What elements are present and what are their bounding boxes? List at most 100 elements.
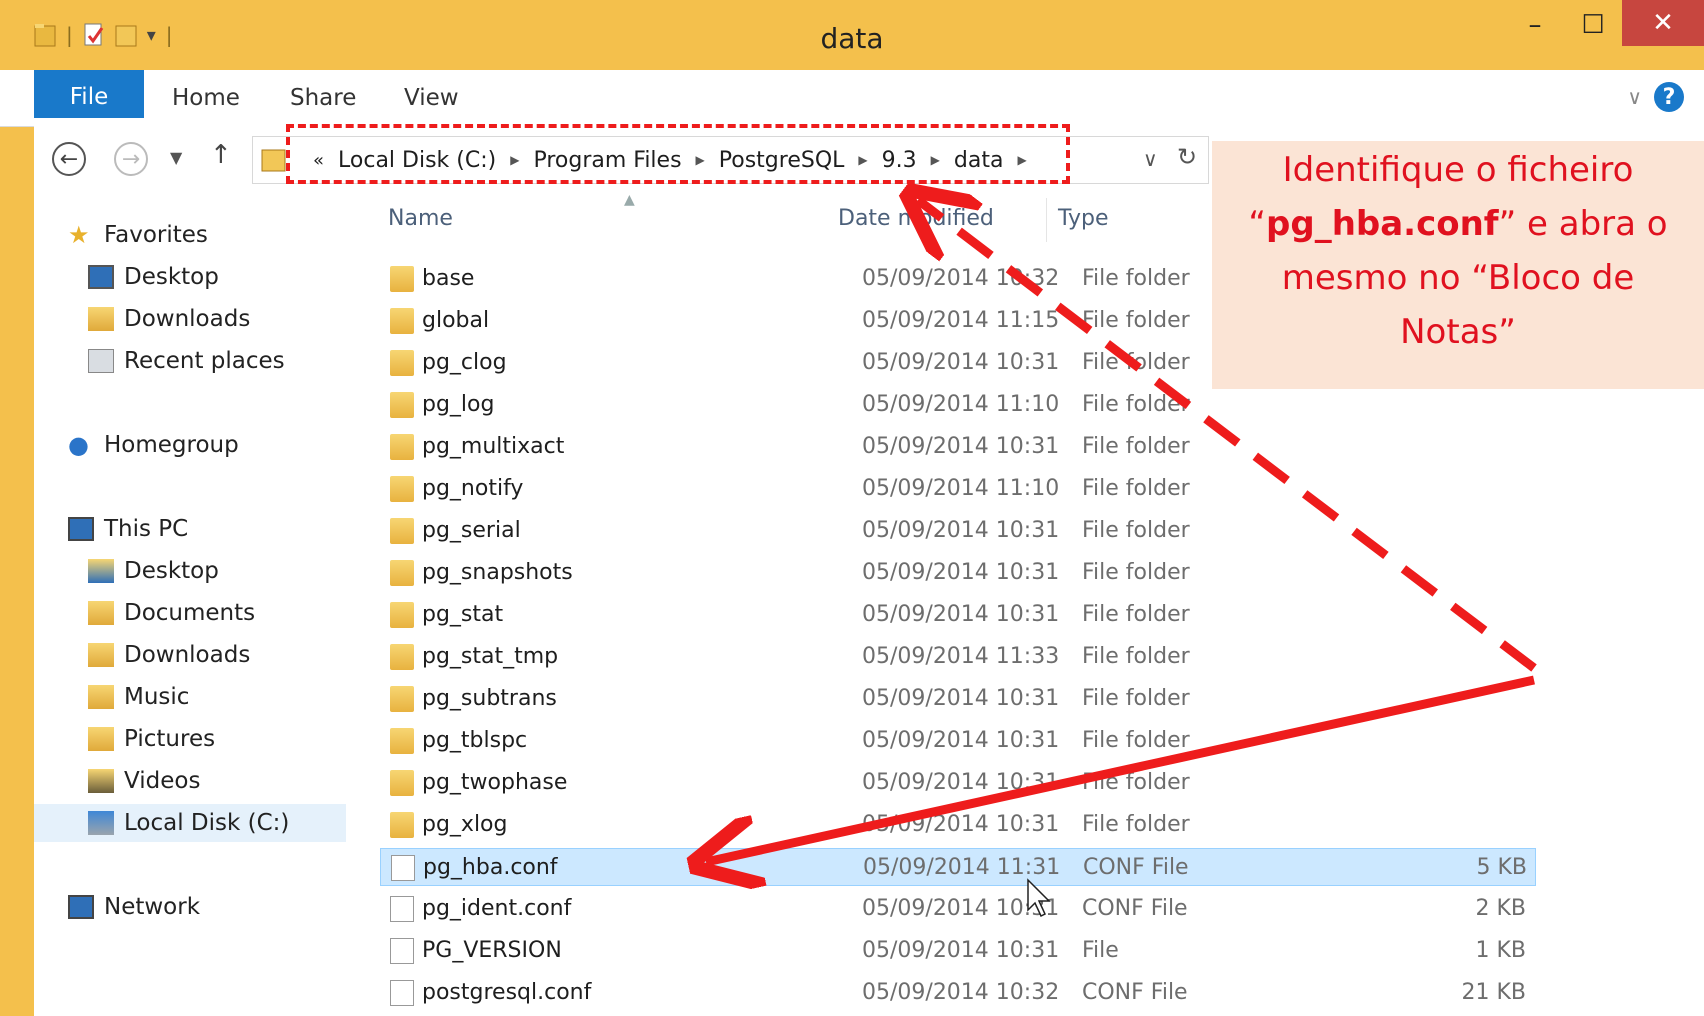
file-name: pg_serial	[422, 518, 521, 543]
pictures-icon	[88, 727, 114, 751]
file-name: pg_ident.conf	[422, 896, 572, 921]
file-name: pg_notify	[422, 476, 524, 501]
tab-view[interactable]: View	[404, 70, 459, 126]
folder-icon	[390, 728, 414, 754]
desktop-icon	[88, 265, 114, 289]
folder-icon	[261, 149, 286, 172]
file-date: 05/09/2014 10:31	[862, 728, 1060, 753]
folder-icon	[390, 476, 414, 502]
maximize-button[interactable]: ☐	[1564, 0, 1622, 50]
table-row[interactable]: pg_xlog 05/09/2014 10:31 File folder	[380, 806, 1536, 844]
column-header-type[interactable]: Type	[1058, 206, 1109, 231]
recent-places-icon	[88, 349, 114, 373]
sidebar-item-label: Homegroup	[104, 432, 239, 458]
sidebar-item-homegroup[interactable]: ● Homegroup	[68, 426, 239, 464]
folder-icon	[390, 266, 414, 292]
file-type: CONF File	[1082, 980, 1188, 1005]
sidebar-item-label: Downloads	[124, 306, 251, 332]
sort-ascending-icon: ▲	[624, 192, 635, 208]
table-row[interactable]: pg_snapshots 05/09/2014 10:31 File folder	[380, 554, 1536, 592]
file-type: File folder	[1082, 770, 1190, 795]
sidebar-item-local-disk[interactable]: Local Disk (C:)	[34, 804, 346, 842]
music-icon	[88, 685, 114, 709]
sidebar-item-recent-places[interactable]: Recent places	[88, 342, 285, 380]
sidebar-item-label: Desktop	[124, 558, 219, 584]
drive-icon	[88, 811, 114, 835]
table-row[interactable]: pg_serial 05/09/2014 10:31 File folder	[380, 512, 1536, 550]
sidebar-item-documents[interactable]: Documents	[88, 594, 255, 632]
file-date: 05/09/2014 11:31	[863, 855, 1061, 880]
forward-button[interactable]: →	[114, 142, 148, 176]
refresh-icon[interactable]: ↻	[1177, 143, 1197, 171]
file-date: 05/09/2014 10:31	[862, 770, 1060, 795]
file-type: File folder	[1082, 686, 1190, 711]
table-row[interactable]: pg_stat 05/09/2014 10:31 File folder	[380, 596, 1536, 634]
up-button[interactable]: ↑	[210, 140, 232, 170]
tab-share[interactable]: Share	[290, 70, 356, 126]
file-size	[1406, 806, 1526, 844]
file-name: pg_hba.conf	[423, 855, 558, 880]
sidebar-item-videos[interactable]: Videos	[88, 762, 200, 800]
instruction-callout: Identifique o ficheiro “pg_hba.conf” e a…	[1212, 141, 1704, 389]
expand-ribbon-icon[interactable]: ∨	[1627, 85, 1642, 109]
sidebar-item-downloads-fav[interactable]: Downloads	[88, 300, 250, 338]
folder-icon	[390, 518, 414, 544]
close-button[interactable]: ✕	[1622, 0, 1704, 46]
file-name: pg_twophase	[422, 770, 568, 795]
address-dropdown-icon[interactable]: ∨	[1143, 147, 1158, 171]
ribbon-tabs: File Home Share View ∨ ?	[0, 70, 1704, 127]
file-type: CONF File	[1082, 896, 1188, 921]
table-row[interactable]: pg_log 05/09/2014 11:10 File folder	[380, 386, 1536, 424]
back-button[interactable]: ←	[52, 142, 86, 176]
recent-locations-icon[interactable]: ▼	[170, 148, 182, 167]
file-date: 05/09/2014 10:31	[862, 560, 1060, 585]
table-row-selected[interactable]: pg_hba.conf 05/09/2014 11:31 CONF File 5 KB	[380, 848, 1536, 886]
table-row[interactable]: pg_tblspc 05/09/2014 10:31 File folder	[380, 722, 1536, 760]
column-header-date[interactable]: Date modified	[838, 206, 994, 231]
table-row[interactable]: pg_multixact 05/09/2014 10:31 File folder	[380, 428, 1536, 466]
callout-line-4: Notas”	[1400, 312, 1516, 352]
sidebar-item-favorites[interactable]: ★ Favorites	[68, 216, 208, 254]
file-name: pg_stat_tmp	[422, 644, 559, 669]
file-name: pg_tblspc	[422, 728, 528, 753]
file-size	[1406, 722, 1526, 760]
sidebar-item-desktop-fav[interactable]: Desktop	[88, 258, 219, 296]
sidebar-item-network[interactable]: Network	[68, 888, 200, 926]
tab-file[interactable]: File	[34, 70, 144, 118]
sidebar-item-downloads[interactable]: Downloads	[88, 636, 250, 674]
file-icon	[390, 896, 414, 922]
file-date: 05/09/2014 10:31	[862, 518, 1060, 543]
sidebar-item-this-pc[interactable]: This PC	[68, 510, 188, 548]
table-row[interactable]: pg_notify 05/09/2014 11:10 File folder	[380, 470, 1536, 508]
table-row[interactable]: pg_ident.conf 05/09/2014 10:31 CONF File 2 …	[380, 890, 1536, 928]
callout-line-3: mesmo no “Bloco de	[1281, 258, 1635, 298]
file-name: global	[422, 308, 490, 333]
file-size	[1406, 386, 1526, 424]
column-header-name[interactable]: Name	[388, 206, 453, 231]
sidebar-item-desktop[interactable]: Desktop	[88, 552, 219, 590]
table-row[interactable]: pg_subtrans 05/09/2014 10:31 File folder	[380, 680, 1536, 718]
tab-home[interactable]: Home	[172, 70, 240, 126]
column-divider[interactable]	[1046, 198, 1047, 242]
explorer-window: | ▾ | data – ☐ ✕ File Home Share View ∨ …	[0, 0, 1704, 1016]
sidebar-item-label: Network	[104, 894, 201, 920]
title-bar[interactable]: | ▾ | data – ☐ ✕	[0, 0, 1704, 70]
table-row[interactable]: postgresql.conf 05/09/2014 10:32 CONF File…	[380, 974, 1536, 1012]
callout-quote-close: ” e abra o	[1498, 204, 1668, 244]
sidebar-item-music[interactable]: Music	[88, 678, 189, 716]
sidebar-item-pictures[interactable]: Pictures	[88, 720, 215, 758]
help-icon[interactable]: ?	[1654, 82, 1684, 112]
folder-icon	[390, 434, 414, 460]
address-highlight-box	[286, 124, 1070, 184]
table-row[interactable]: pg_stat_tmp 05/09/2014 11:33 File folder	[380, 638, 1536, 676]
file-icon	[390, 938, 414, 964]
file-type: CONF File	[1083, 855, 1189, 880]
file-size	[1406, 596, 1526, 634]
table-row[interactable]: PG_VERSION 05/09/2014 10:31 File 1 KB	[380, 932, 1536, 970]
file-name: pg_clog	[422, 350, 507, 375]
file-size	[1406, 764, 1526, 802]
window-title: data	[820, 22, 884, 55]
minimize-button[interactable]: –	[1506, 0, 1564, 50]
table-row[interactable]: pg_twophase 05/09/2014 10:31 File folder	[380, 764, 1536, 802]
network-icon	[68, 895, 94, 919]
